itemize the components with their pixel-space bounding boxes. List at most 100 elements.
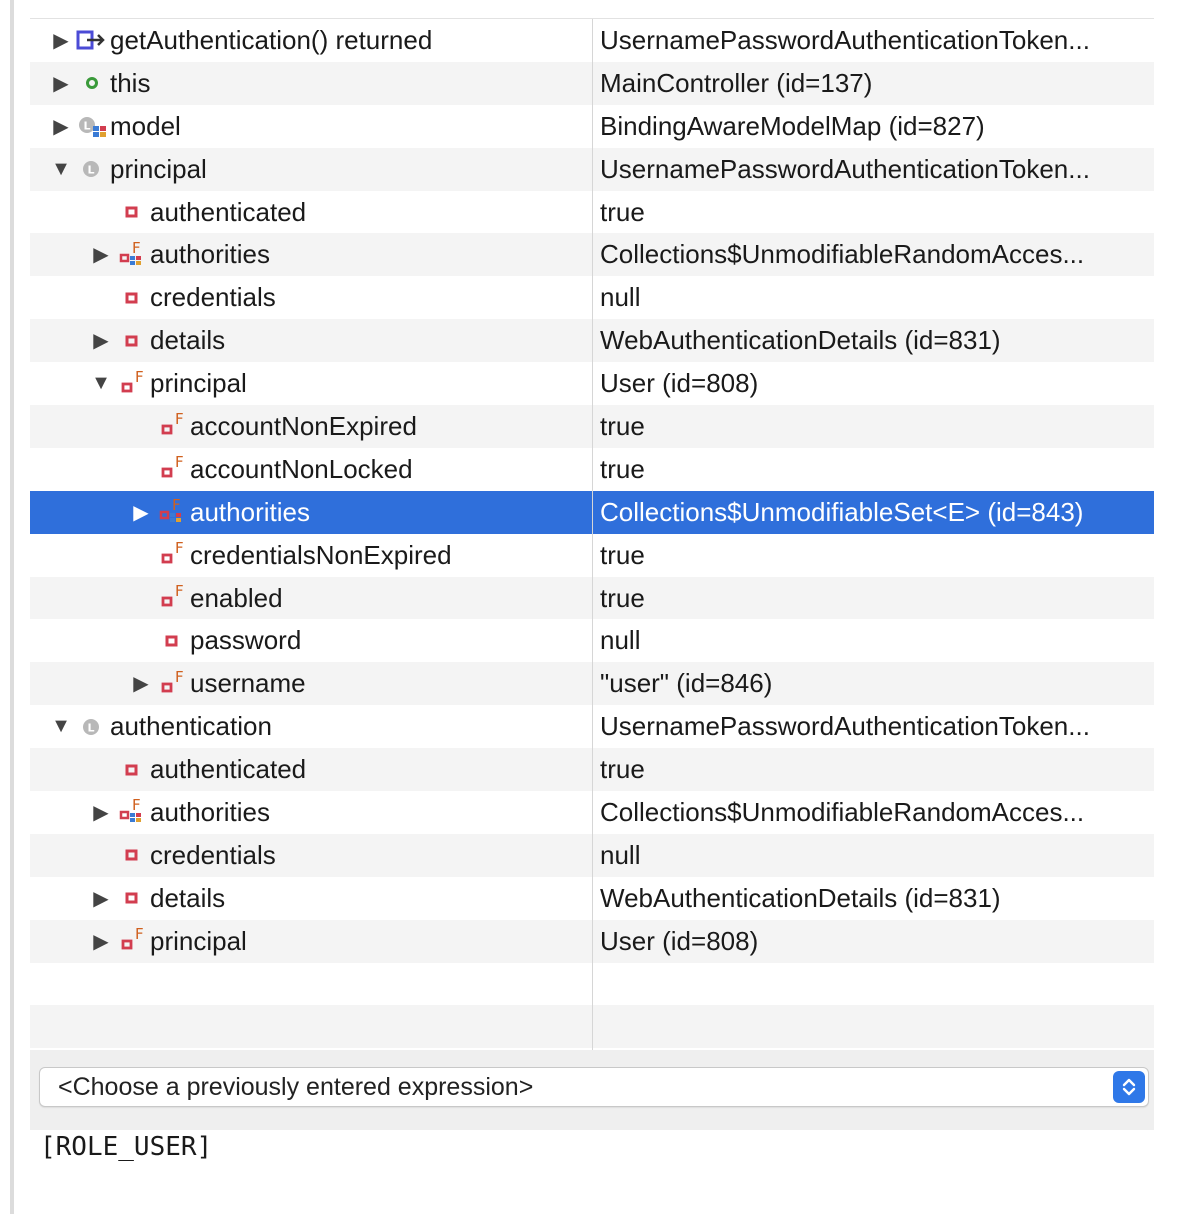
variable-name-cell: ▼ L authentication	[30, 705, 608, 748]
variable-value: null	[600, 282, 641, 313]
variable-name: credentials	[150, 282, 276, 313]
variable-value: User (id=808)	[600, 368, 759, 399]
parameter-icon: L	[74, 154, 110, 184]
variable-name-cell: F credentialsNonExpired	[30, 534, 688, 577]
expanded-triangle-icon[interactable]: ▼	[88, 371, 114, 397]
variable-name-cell: F enabled	[30, 577, 688, 620]
collapsed-triangle-icon[interactable]: ▶	[48, 113, 74, 139]
variable-value: WebAuthenticationDetails (id=831)	[600, 325, 1001, 356]
variable-name-cell: ▶ details	[30, 877, 648, 920]
variable-name-cell: ▶ F authorities	[30, 791, 648, 834]
svg-text:L: L	[87, 721, 94, 734]
variable-value-cell: null	[600, 834, 1152, 877]
collapsed-triangle-icon[interactable]: ▶	[88, 242, 114, 268]
expression-result-area[interactable]: [ROLE_USER]	[30, 1130, 1154, 1214]
variable-name: details	[150, 882, 226, 913]
variable-value: null	[600, 625, 641, 656]
variable-value-cell: UsernamePasswordAuthenticationToken...	[600, 705, 1152, 748]
variable-value-cell: UsernamePasswordAuthenticationToken...	[600, 19, 1152, 62]
expression-bar: <Choose a previously entered expression>	[30, 1050, 1154, 1130]
variable-name-cell: ▶ details	[30, 319, 648, 362]
svg-text:L: L	[83, 120, 90, 133]
variable-value: "user" (id=846)	[600, 668, 773, 699]
collapsed-triangle-icon[interactable]: ▶	[48, 27, 74, 53]
variable-name-cell: ▼ L principal	[30, 148, 608, 191]
collapsed-triangle-icon[interactable]: ▶	[88, 799, 114, 825]
collapsed-triangle-icon[interactable]: ▶	[128, 499, 154, 525]
variable-name: accountNonExpired	[190, 410, 417, 441]
variables-tree[interactable]: ▶ getAuthentication() returned UsernamePa…	[30, 18, 1154, 1050]
private-field-icon	[114, 755, 150, 785]
column-divider[interactable]	[592, 19, 593, 1050]
up-down-chevron-icon[interactable]	[1113, 1071, 1145, 1103]
variable-value-cell: WebAuthenticationDetails (id=831)	[600, 319, 1152, 362]
private-final-field-icon: F	[154, 411, 190, 441]
variable-name-cell: ▶ F username	[30, 662, 688, 705]
variable-value: true	[600, 754, 645, 785]
variable-value: true	[600, 539, 645, 570]
expanded-triangle-icon[interactable]: ▼	[48, 156, 74, 182]
private-final-field-icon: F	[114, 926, 150, 956]
variable-value-cell: null	[600, 276, 1152, 319]
expression-result: [ROLE_USER]	[40, 1132, 213, 1162]
variable-name: authorities	[150, 239, 270, 270]
variable-name-cell: ▼ F principal	[30, 362, 648, 405]
variable-value-cell: Collections$UnmodifiableRandomAcces...	[600, 233, 1152, 276]
variable-name-cell: ▶ F principal	[30, 920, 648, 963]
collapsed-triangle-icon[interactable]: ▶	[88, 885, 114, 911]
variable-name: details	[150, 325, 226, 356]
variable-name-cell: authenticated	[30, 191, 648, 234]
private-field-icon	[114, 840, 150, 870]
collapsed-triangle-icon[interactable]: ▶	[128, 671, 154, 697]
variable-name: principal	[150, 925, 247, 956]
variable-value: true	[600, 196, 645, 227]
private-final-field-icon: F	[154, 669, 190, 699]
variable-name: authenticated	[150, 196, 307, 227]
private-field-icon	[114, 883, 150, 913]
variable-name: accountNonLocked	[190, 453, 413, 484]
svg-text:F: F	[175, 411, 184, 428]
svg-text:F: F	[172, 497, 181, 514]
variable-value-cell: Collections$UnmodifiableSet<E> (id=843)	[600, 491, 1152, 534]
collapsed-triangle-icon[interactable]: ▶	[48, 70, 74, 96]
variable-name-cell: authenticated	[30, 748, 648, 791]
variable-value: null	[600, 839, 641, 870]
variable-value-cell: true	[600, 191, 1152, 234]
private-field-icon	[114, 197, 150, 227]
variable-name-cell: credentials	[30, 834, 648, 877]
variable-name-cell: credentials	[30, 276, 648, 319]
variable-name: credentialsNonExpired	[190, 539, 452, 570]
variable-value: true	[600, 453, 645, 484]
variable-name-cell: ▶ F authorities	[30, 491, 688, 534]
svg-text:F: F	[135, 926, 144, 943]
variable-name: authorities	[150, 796, 270, 827]
variable-value-cell: WebAuthenticationDetails (id=831)	[600, 877, 1152, 920]
variable-value-cell: null	[600, 619, 1152, 662]
variable-name-cell: password	[30, 619, 688, 662]
private-final-field-icon: F	[114, 369, 150, 399]
svg-text:F: F	[135, 369, 144, 386]
collapsed-triangle-icon[interactable]: ▶	[88, 328, 114, 354]
private-field-icon	[114, 283, 150, 313]
variable-value: Collections$UnmodifiableSet<E> (id=843)	[600, 496, 1084, 527]
variable-name: authenticated	[150, 754, 307, 785]
variable-name-cell: ▶ this	[30, 62, 608, 105]
variable-value-cell: true	[600, 448, 1152, 491]
variable-value-cell: true	[600, 534, 1152, 577]
variable-name: principal	[150, 368, 247, 399]
private-final-field-icon: F	[154, 583, 190, 613]
expanded-triangle-icon[interactable]: ▼	[48, 714, 74, 740]
expression-combo-placeholder: <Choose a previously entered expression>	[58, 1073, 534, 1101]
variable-name: model	[110, 110, 181, 141]
method-return-icon	[74, 25, 110, 55]
svg-text:F: F	[175, 540, 184, 557]
variable-name: password	[190, 625, 302, 656]
collapsed-triangle-icon[interactable]: ▶	[88, 928, 114, 954]
svg-text:F: F	[175, 583, 184, 600]
variable-value: BindingAwareModelMap (id=827)	[600, 110, 985, 141]
variable-value: Collections$UnmodifiableRandomAcces...	[600, 239, 1085, 270]
private-final-field-icon: F	[154, 454, 190, 484]
variable-name-cell: ▶ getAuthentication() returned	[30, 19, 608, 62]
expression-combo-box[interactable]: <Choose a previously entered expression>	[39, 1067, 1149, 1107]
variable-value-cell: BindingAwareModelMap (id=827)	[600, 105, 1152, 148]
